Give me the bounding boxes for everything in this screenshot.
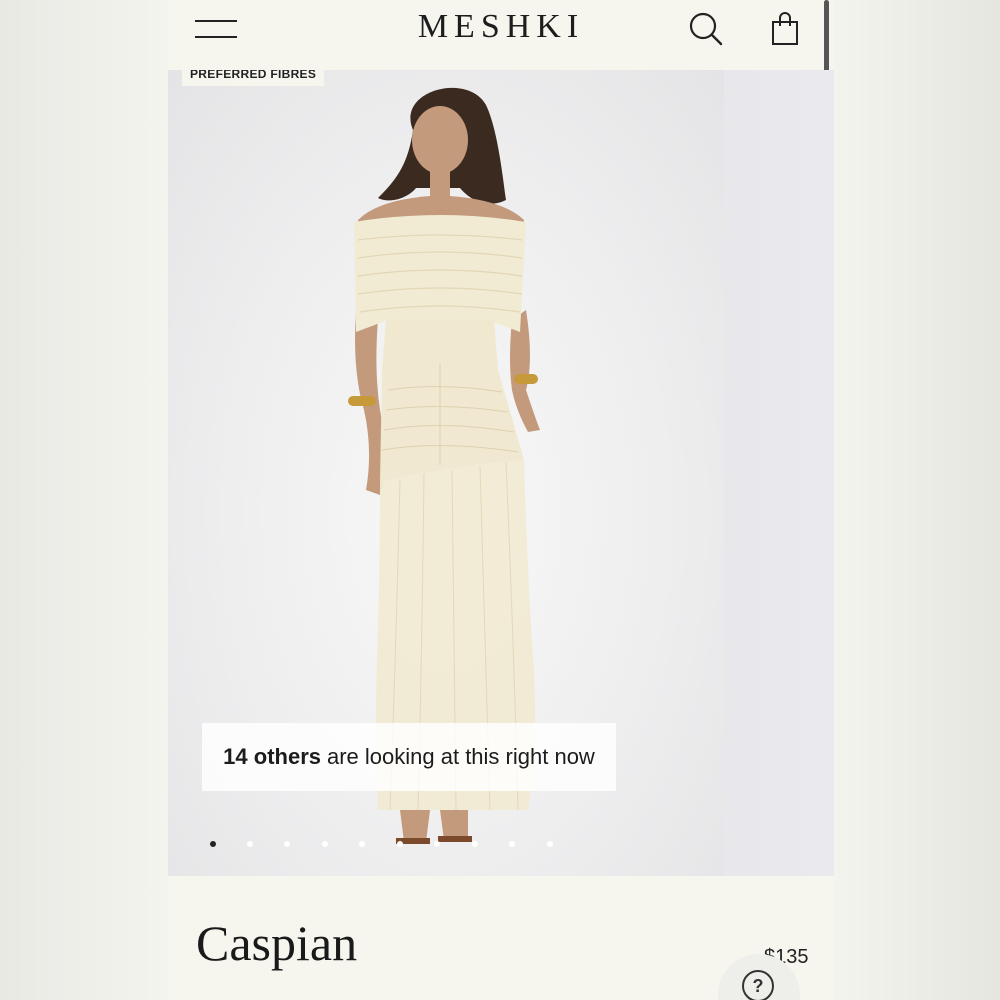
social-proof-banner: 14 others are looking at this right now (202, 723, 616, 791)
preferred-fibres-badge: PREFERRED FIBRES (182, 70, 325, 86)
product-info: Caspian $135 ? (168, 876, 834, 1000)
gallery-dot-5[interactable] (359, 841, 365, 847)
gallery-dot-2[interactable] (247, 841, 253, 847)
phone-screen: MESHKI PREFERRED FIBRES 14 others are lo… (168, 0, 834, 1000)
gallery-dot-4[interactable] (322, 841, 328, 847)
help-question-icon: ? (742, 970, 774, 1000)
gallery-dot-9[interactable] (509, 841, 515, 847)
gallery-dot-10[interactable] (547, 841, 553, 847)
gallery-dot-7[interactable] (434, 841, 440, 847)
search-icon[interactable] (688, 10, 724, 48)
site-header: MESHKI (168, 0, 834, 120)
gallery-dot-6[interactable] (397, 841, 403, 847)
gallery-dot-8[interactable] (472, 841, 478, 847)
next-product-image-peek[interactable] (724, 70, 834, 876)
gallery-dot-3[interactable] (284, 841, 290, 847)
brand-logo[interactable]: MESHKI (168, 8, 834, 46)
viewer-count: 14 others (223, 744, 321, 769)
shopping-bag-icon[interactable] (768, 10, 804, 48)
viewer-text: are looking at this right now (327, 744, 595, 769)
product-title: Caspian (196, 915, 358, 971)
product-image-gallery[interactable]: PREFERRED FIBRES 14 others are looking a… (168, 70, 834, 876)
gallery-dot-1[interactable] (210, 841, 216, 847)
